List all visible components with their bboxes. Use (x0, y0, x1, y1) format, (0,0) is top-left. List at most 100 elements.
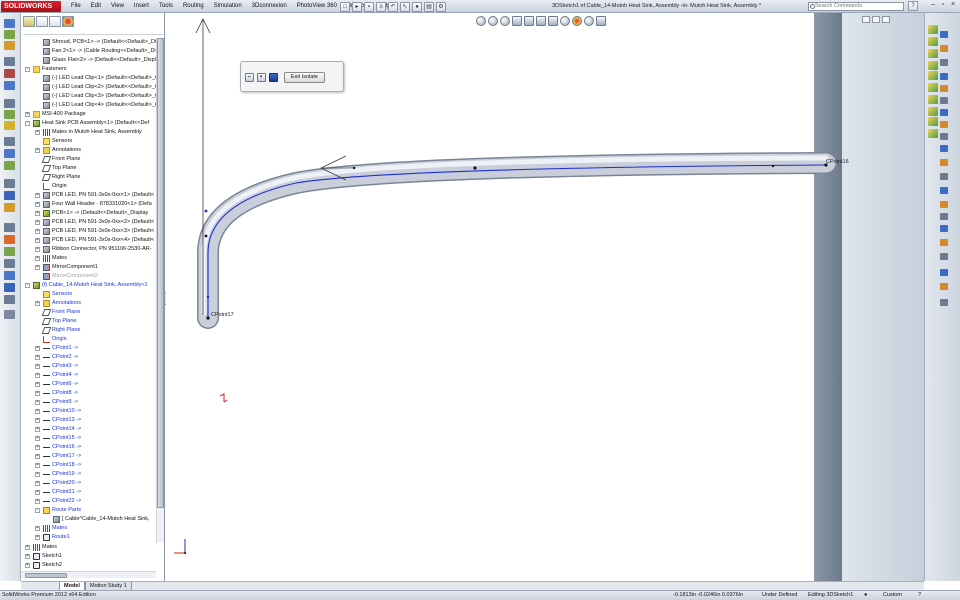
tree-item[interactable]: + Annotations (21, 146, 165, 155)
command-tool-icon[interactable] (4, 161, 15, 170)
tree-item[interactable]: + PCB LED, PN 591-3x0x-0xx<1> (Default< (21, 191, 165, 200)
tree-item[interactable]: + Ribbon Connector, PN 951106-2530-AR- (21, 245, 165, 254)
expand-icon[interactable]: + (35, 445, 40, 450)
tree-item[interactable]: + CPoint10 -> (21, 407, 165, 416)
previous-view-icon[interactable] (500, 16, 510, 26)
tree-item[interactable]: - Fasteners (21, 65, 165, 74)
tree-item[interactable]: Sensors (21, 290, 165, 299)
expand-icon[interactable]: + (35, 355, 40, 360)
sketch-tool-icon[interactable] (940, 59, 948, 66)
tree-item[interactable]: + MirrorComponent1 (21, 263, 165, 272)
select-icon[interactable]: ↖ (400, 1, 410, 12)
property-manager-tab-icon[interactable] (36, 16, 48, 27)
tree-vertical-scrollbar[interactable] (156, 38, 164, 543)
search-commands-input[interactable]: Search Commands (808, 2, 904, 11)
sketch-tool-icon[interactable] (940, 45, 948, 52)
tree-item[interactable]: + Route1 (21, 533, 165, 542)
sketch-tool-icon[interactable] (940, 159, 948, 166)
graphics-area[interactable]: CPoint16 CPoint17 ⌐ ◐ Exit Isolate (166, 13, 924, 581)
sketch-tool-icon[interactable] (940, 145, 948, 152)
task-pane-tool-icon[interactable] (928, 95, 938, 104)
view-orientation-icon[interactable] (536, 16, 546, 26)
zoom-to-area-icon[interactable] (488, 16, 498, 26)
expand-icon[interactable]: + (35, 130, 40, 135)
tree-item[interactable]: (-) LED Lead Clip<4> (Default<<Default>_… (21, 101, 165, 110)
collapse-icon[interactable]: - (35, 508, 40, 513)
command-tool-icon[interactable] (4, 19, 15, 28)
sketch-tool-icon[interactable] (940, 31, 948, 38)
tree-item[interactable]: + CPoint4 -> (21, 371, 165, 380)
menu-item-insert[interactable]: Insert (129, 0, 154, 13)
minimize-icon[interactable]: – (928, 0, 938, 9)
sketch-tool-icon[interactable] (940, 239, 948, 246)
expand-icon[interactable]: + (35, 229, 40, 234)
sketch-tool-icon[interactable] (940, 213, 948, 220)
tree-item[interactable]: Front Plane (21, 308, 165, 317)
sketch-tool-icon[interactable] (940, 269, 948, 276)
command-tool-icon[interactable] (4, 235, 15, 244)
collapse-icon[interactable]: - (25, 283, 30, 288)
dynamic-annotation-icon[interactable] (524, 16, 534, 26)
expand-icon[interactable]: + (35, 346, 40, 351)
expand-icon[interactable]: + (35, 364, 40, 369)
tree-item[interactable]: Right Plane (21, 326, 165, 335)
new-document-icon[interactable]: □ (340, 1, 350, 12)
sketch-tool-icon[interactable] (940, 85, 948, 92)
expand-icon[interactable]: + (35, 211, 40, 216)
expand-icon[interactable]: + (35, 391, 40, 396)
command-tool-icon[interactable] (4, 149, 15, 158)
exit-isolate-button[interactable]: Exit Isolate (284, 72, 325, 83)
options-icon[interactable]: ⚙ (436, 1, 446, 12)
expand-icon[interactable]: + (35, 247, 40, 252)
zoom-to-fit-icon[interactable] (476, 16, 486, 26)
sketch-tool-icon[interactable] (940, 201, 948, 208)
command-tool-icon[interactable] (4, 247, 15, 256)
tree-item[interactable]: + Four Wall Header - 878331020<1> (Defa (21, 200, 165, 209)
command-tool-icon[interactable] (4, 295, 15, 304)
sketch-tool-icon[interactable] (940, 253, 948, 260)
tree-item[interactable]: + CPoint13 -> (21, 416, 165, 425)
tree-item[interactable]: + Sketch1 (21, 552, 165, 561)
save-icon[interactable]: ▪ (364, 1, 374, 12)
tree-item[interactable]: Origin (21, 182, 165, 191)
menu-item-edit[interactable]: Edit (86, 0, 106, 13)
tree-item[interactable]: + Sketch2 (21, 561, 165, 570)
tree-item[interactable]: + MSI-400 Package (21, 110, 165, 119)
tree-item[interactable]: Fan 2<1> -> (Cable Routing<<Default>_Di (21, 47, 165, 56)
tree-item[interactable]: + Mates in Mutoh Heat Sink, Assembly (21, 128, 165, 137)
file-properties-icon[interactable]: ▤ (424, 1, 434, 12)
menu-item-view[interactable]: View (106, 0, 129, 13)
expand-icon[interactable]: + (35, 499, 40, 504)
tree-item[interactable]: - Route Parts (21, 506, 165, 515)
tree-item[interactable]: + CPoint16 -> (21, 443, 165, 452)
tree-item[interactable]: + PCB<1> -> (Default<<Default>_Display (21, 209, 165, 218)
save-display-state-icon[interactable] (269, 73, 278, 82)
task-pane-tool-icon[interactable] (928, 25, 938, 34)
expand-icon[interactable]: + (35, 220, 40, 225)
feature-tree-tab-icon[interactable] (23, 16, 35, 27)
solidworks-logo[interactable]: SOLIDWORKS (1, 1, 61, 12)
command-tool-icon[interactable] (4, 203, 15, 212)
tree-item[interactable]: + PCB LED, PN 591-3x0x-0xx<2> (Default< (21, 218, 165, 227)
route-tool-icon[interactable]: ⌐ (245, 73, 254, 82)
tree-item[interactable]: + CPoint3 -> (21, 362, 165, 371)
display-style-icon[interactable] (548, 16, 558, 26)
command-tool-icon[interactable] (4, 259, 15, 268)
tree-item[interactable]: (-) LED Lead Clip<3> (Default<<Default>_… (21, 92, 165, 101)
tree-item[interactable]: + Mates (21, 543, 165, 552)
help-icon[interactable]: ? (908, 1, 918, 11)
tree-item[interactable]: + CPoint21 -> (21, 488, 165, 497)
scrollbar-thumb[interactable] (157, 38, 164, 508)
viewport-maximize-icon[interactable] (882, 16, 890, 23)
menu-item-routing[interactable]: Routing (178, 0, 209, 13)
tree-item[interactable]: + CPoint19 -> (21, 470, 165, 479)
restore-icon[interactable]: ▫ (938, 0, 948, 9)
task-pane-tool-icon[interactable] (928, 37, 938, 46)
expand-icon[interactable]: + (35, 472, 40, 477)
tree-item[interactable]: [ Cable^Cable_14-Mutoh Heat Sink, (21, 515, 165, 524)
tree-item[interactable]: + Mates (21, 254, 165, 263)
expand-icon[interactable]: + (25, 563, 30, 568)
tree-item[interactable]: Top Plane (21, 317, 165, 326)
tree-item[interactable]: + CPoint20 -> (21, 479, 165, 488)
task-pane-tool-icon[interactable] (928, 117, 938, 126)
